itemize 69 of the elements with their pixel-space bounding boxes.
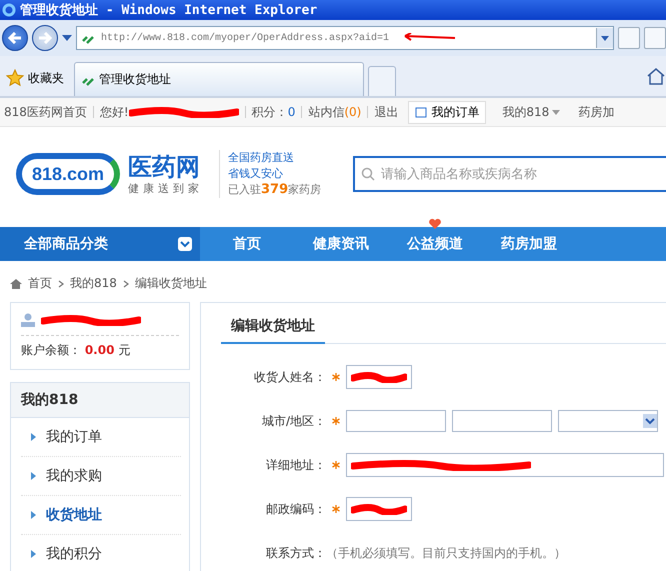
logo-slogan: 健康送到家 [128, 180, 203, 196]
home-icon [10, 278, 22, 289]
triangle-right-icon [31, 472, 36, 480]
side-menu-item[interactable]: 收货地址 [21, 496, 181, 535]
chevron-right-icon [58, 280, 64, 288]
field-label: 邮政编码： [265, 500, 326, 518]
balance-text: 账户余额： 0.00 元 [21, 342, 132, 359]
nav-link[interactable]: 健康资讯 [294, 227, 388, 261]
user-icon [21, 313, 35, 327]
caret-icon [601, 36, 609, 40]
browser-tab[interactable]: 管理收货地址 [74, 62, 364, 96]
logo-badge: 818.com [16, 153, 120, 195]
back-button[interactable] [2, 25, 28, 51]
field-label: 收货人姓名： [253, 368, 326, 386]
my-orders-button[interactable]: 我的订单 [408, 100, 486, 124]
top-bar-link[interactable]: 818医药网首页 [4, 104, 87, 120]
top-bar-link[interactable]: 积分：0 [252, 104, 296, 120]
logo-name: 医药网 [128, 152, 201, 180]
field-label: 城市/地区： [260, 412, 326, 430]
category-menu-button[interactable]: 全部商品分类 [0, 227, 200, 261]
triangle-right-icon [31, 550, 36, 558]
contact-hint: （手机必须填写。目前只支持国内的手机。） [326, 544, 566, 562]
promo-text: 已入驻379家药房 [228, 182, 322, 198]
side-menu-item[interactable]: 我的积分 [21, 535, 181, 571]
forward-arrow-icon [38, 32, 52, 44]
triangle-right-icon [31, 511, 36, 519]
top-bar-link[interactable]: 站内信(0) [308, 104, 362, 120]
redaction-scribble [351, 371, 407, 383]
top-bar-link[interactable]: 药房加 [578, 104, 614, 120]
favorites-button[interactable]: 收藏夹 [0, 60, 70, 96]
nav-link[interactable]: 首页 [200, 227, 294, 261]
dropdown-caret-icon[interactable] [62, 35, 72, 41]
star-icon [6, 69, 24, 87]
promo-text: 省钱又安心 [228, 166, 284, 182]
search-icon [361, 167, 376, 181]
heart-icon [428, 218, 442, 230]
breadcrumb-item[interactable]: 首页 [28, 275, 52, 292]
input-field[interactable] [346, 497, 412, 521]
side-menu-title: 我的818 [11, 383, 189, 418]
chevron-down-icon [178, 237, 192, 251]
browser-logo-icon [2, 3, 16, 17]
window-title: 管理收货地址 - Windows Internet Explorer [20, 2, 318, 19]
input-field[interactable] [346, 453, 664, 477]
triangle-right-icon [31, 433, 36, 441]
nav-link[interactable]: 药房加盟 [482, 227, 576, 261]
chevron-right-icon [122, 280, 129, 288]
top-bar-link[interactable]: 退出 [374, 104, 398, 120]
caret-icon [552, 110, 560, 114]
home-icon[interactable] [646, 67, 666, 85]
side-menu-item[interactable]: 我的求购 [21, 457, 181, 496]
breadcrumb-item: 编辑收货地址 [134, 275, 207, 292]
forward-button[interactable] [32, 25, 58, 51]
compatibility-view-button[interactable] [618, 27, 640, 49]
side-menu-item[interactable]: 我的订单 [21, 418, 181, 457]
address-dropdown-button[interactable] [596, 28, 613, 48]
field-label: 详细地址： [265, 456, 326, 474]
promo-text: 全国药房直送 [228, 150, 295, 166]
form-title: 编辑收货地址 [221, 318, 325, 344]
my-818-menu[interactable]: 我的818 [502, 104, 560, 120]
breadcrumb-item[interactable]: 我的818 [70, 275, 117, 292]
top-bar-link[interactable]: 您好! [100, 104, 129, 120]
nav-link[interactable]: 公益频道 [388, 227, 482, 261]
back-arrow-icon [8, 32, 22, 44]
input-field[interactable] [346, 365, 412, 389]
redaction-scribble [351, 503, 407, 515]
address-field[interactable]: http://www.818.com/myoper/OperAddress.aspx?aid=1 [76, 26, 614, 50]
field-label: 联系方式： [265, 544, 326, 562]
calendar-icon [415, 106, 428, 118]
refresh-button[interactable] [644, 27, 666, 49]
